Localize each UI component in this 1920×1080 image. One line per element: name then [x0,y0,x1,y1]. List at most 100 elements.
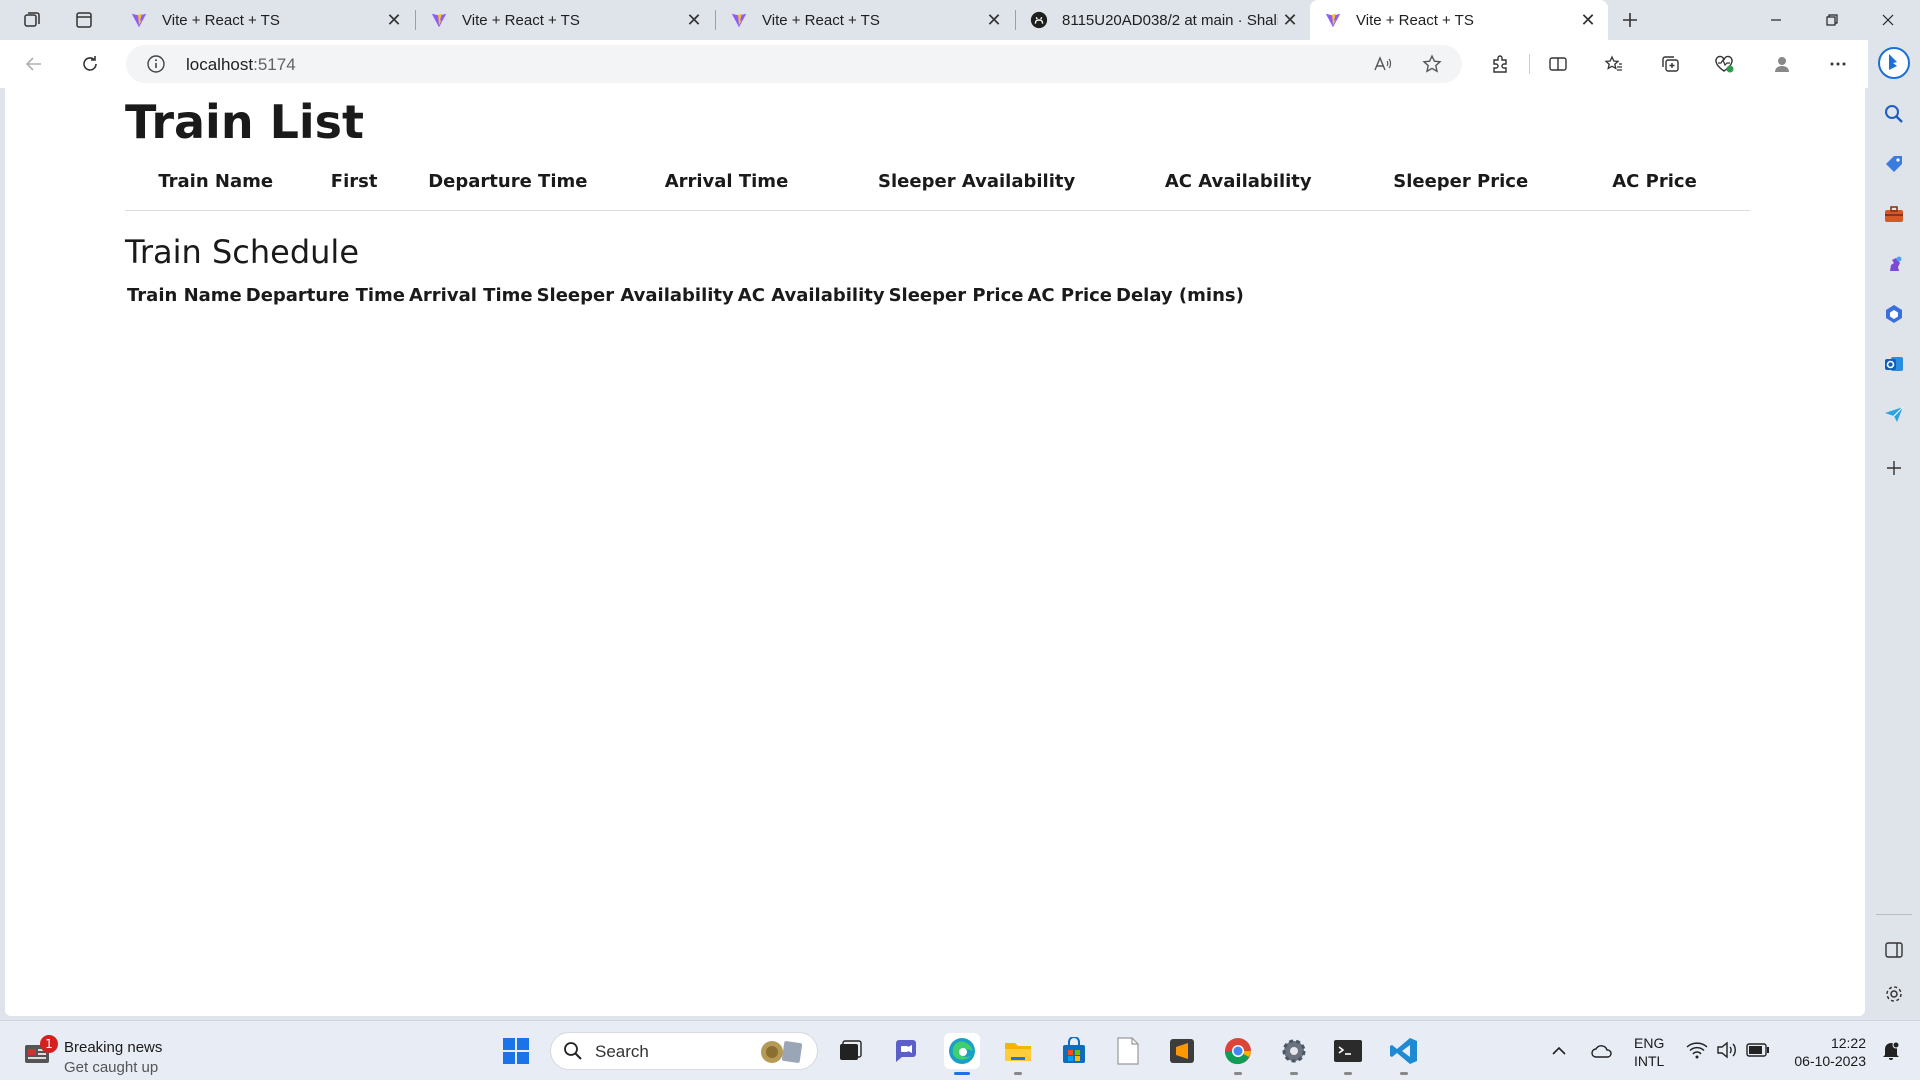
tab-actions-button[interactable] [68,6,100,34]
tab-4[interactable]: 8115U20AD038/2 at main · Shali ✕ [1016,0,1310,40]
notifications-button[interactable] [1874,1033,1908,1069]
news-widget[interactable]: 1 Breaking news Get caught up [22,1029,192,1076]
extensions-button[interactable] [1484,48,1516,80]
tab-title: Vite + React + TS [1356,11,1474,29]
edge-sidebar [1868,40,1920,1016]
tray-overflow-button[interactable] [1544,1033,1574,1069]
column-header: Sleeper Availability [536,285,734,306]
close-tab-icon[interactable]: ✕ [382,8,406,32]
tab-2[interactable]: Vite + React + TS ✕ [416,0,714,40]
outlook-icon [1885,357,1903,371]
sidebar-drop-button[interactable] [1878,398,1910,430]
star-icon [1422,54,1442,73]
browser-essentials-button[interactable] [1708,48,1740,80]
address-bar[interactable]: localhost:5174 [126,45,1462,83]
tab-title: Vite + React + TS [762,11,880,29]
gear-icon [1282,1039,1306,1063]
tab-1[interactable]: Vite + React + TS ✕ [116,0,414,40]
close-tab-icon[interactable]: ✕ [682,8,706,32]
gear-icon [1886,986,1902,1002]
windows-logo-icon [503,1038,529,1064]
tab-title: Vite + React + TS [162,11,280,29]
favorite-star-button[interactable] [1416,48,1448,80]
taskbar-app-task-view[interactable] [832,1033,868,1069]
profile-button[interactable] [1766,48,1798,80]
hide-sidebar-button[interactable] [1878,934,1910,966]
battery-icon [1746,1043,1769,1057]
column-header: Delay (mins) [1116,285,1244,306]
browser-toolbar: localhost:5174 [0,40,1920,88]
vite-icon [1325,13,1341,28]
close-tab-icon[interactable]: ✕ [1278,8,1302,32]
taskbar-app-store[interactable] [1056,1033,1092,1069]
column-header: Train Name [158,171,274,192]
minimize-icon [1771,19,1781,21]
taskbar-app-settings[interactable] [1276,1033,1312,1075]
sidebar-search-button[interactable] [1878,98,1910,130]
tab-5-active[interactable]: Vite + React + TS ✕ [1310,0,1608,40]
puzzle-icon [1493,55,1507,73]
sidebar-tools-button[interactable] [1878,198,1910,230]
language-indicator[interactable]: ENG INTL [1628,1033,1674,1071]
refresh-button[interactable] [74,48,106,80]
tab-title: Vite + React + TS [462,11,580,29]
close-tab-icon[interactable]: ✕ [982,8,1006,32]
back-button[interactable] [18,48,50,80]
taskbar-app-terminal[interactable] [1330,1033,1366,1075]
wifi-icon [1686,1042,1708,1059]
taskbar-app-notepad[interactable] [1110,1033,1146,1069]
column-header: AC Price [1027,285,1113,306]
restore-button[interactable] [1804,0,1860,40]
sidebar-divider [1876,914,1912,915]
sidebar-settings-button[interactable] [1878,978,1910,1010]
language-line-1: ENG [1634,1035,1665,1051]
onedrive-button[interactable] [1584,1033,1620,1069]
sidebar-office-button[interactable] [1878,298,1910,330]
taskbar-app-chrome[interactable] [1220,1033,1256,1075]
sidebar-shopping-button[interactable] [1878,148,1910,180]
collections-button[interactable] [1654,48,1686,80]
taskbar-app-file-explorer[interactable] [1000,1033,1036,1075]
tab-3[interactable]: Vite + React + TS ✕ [716,0,1014,40]
column-header: Departure Time [245,285,405,306]
close-tab-icon[interactable]: ✕ [1576,8,1600,32]
favorites-button[interactable] [1598,48,1630,80]
new-tab-button[interactable] [1614,6,1646,34]
sidebar-games-button[interactable] [1878,248,1910,280]
train-list-table-header: Train Name First Departure Time Arrival … [125,153,1750,211]
sidebar-outlook-button[interactable] [1878,348,1910,380]
bing-copilot-button[interactable] [1876,45,1912,81]
page-viewport: Train List Train Name First Departure Ti… [5,88,1865,1016]
taskbar-app-vscode[interactable] [1386,1033,1422,1075]
search-icon [1885,105,1903,123]
taskbar-search[interactable]: Search [550,1032,818,1070]
info-icon[interactable] [146,54,166,74]
workspaces-icon [24,12,40,27]
running-indicator [954,1072,970,1075]
sidebar-add-button[interactable] [1878,452,1910,484]
tab-strip: Vite + React + TS ✕ Vite + React + TS ✕ … [0,0,1920,40]
read-aloud-button[interactable] [1366,48,1398,80]
split-screen-icon [1549,57,1567,71]
url-text[interactable]: localhost:5174 [186,55,296,75]
network-volume-battery[interactable] [1684,1039,1772,1063]
taskbar-app-edge[interactable] [944,1033,980,1075]
workspaces-button[interactable] [16,6,48,34]
more-dots-icon [1830,62,1846,66]
teams-chat-icon [896,1040,916,1062]
language-line-2: INTL [1634,1053,1665,1069]
clock[interactable]: 12:22 06-10-2023 [1780,1033,1872,1071]
column-header: Sleeper Availability [878,171,1076,192]
news-title: Breaking news [64,1039,163,1056]
settings-menu-button[interactable] [1822,48,1854,80]
blank-file-icon [1117,1037,1139,1065]
clock-time: 12:22 [1830,1035,1866,1051]
taskbar-app-teams[interactable] [888,1033,924,1069]
minimize-button[interactable] [1748,0,1804,40]
start-button[interactable] [498,1033,534,1069]
running-indicator [1400,1072,1408,1075]
split-screen-button[interactable] [1542,48,1574,80]
taskbar-app-sublime-text[interactable] [1164,1033,1200,1069]
column-header: Departure Time [428,171,588,192]
close-window-button[interactable] [1860,0,1916,40]
